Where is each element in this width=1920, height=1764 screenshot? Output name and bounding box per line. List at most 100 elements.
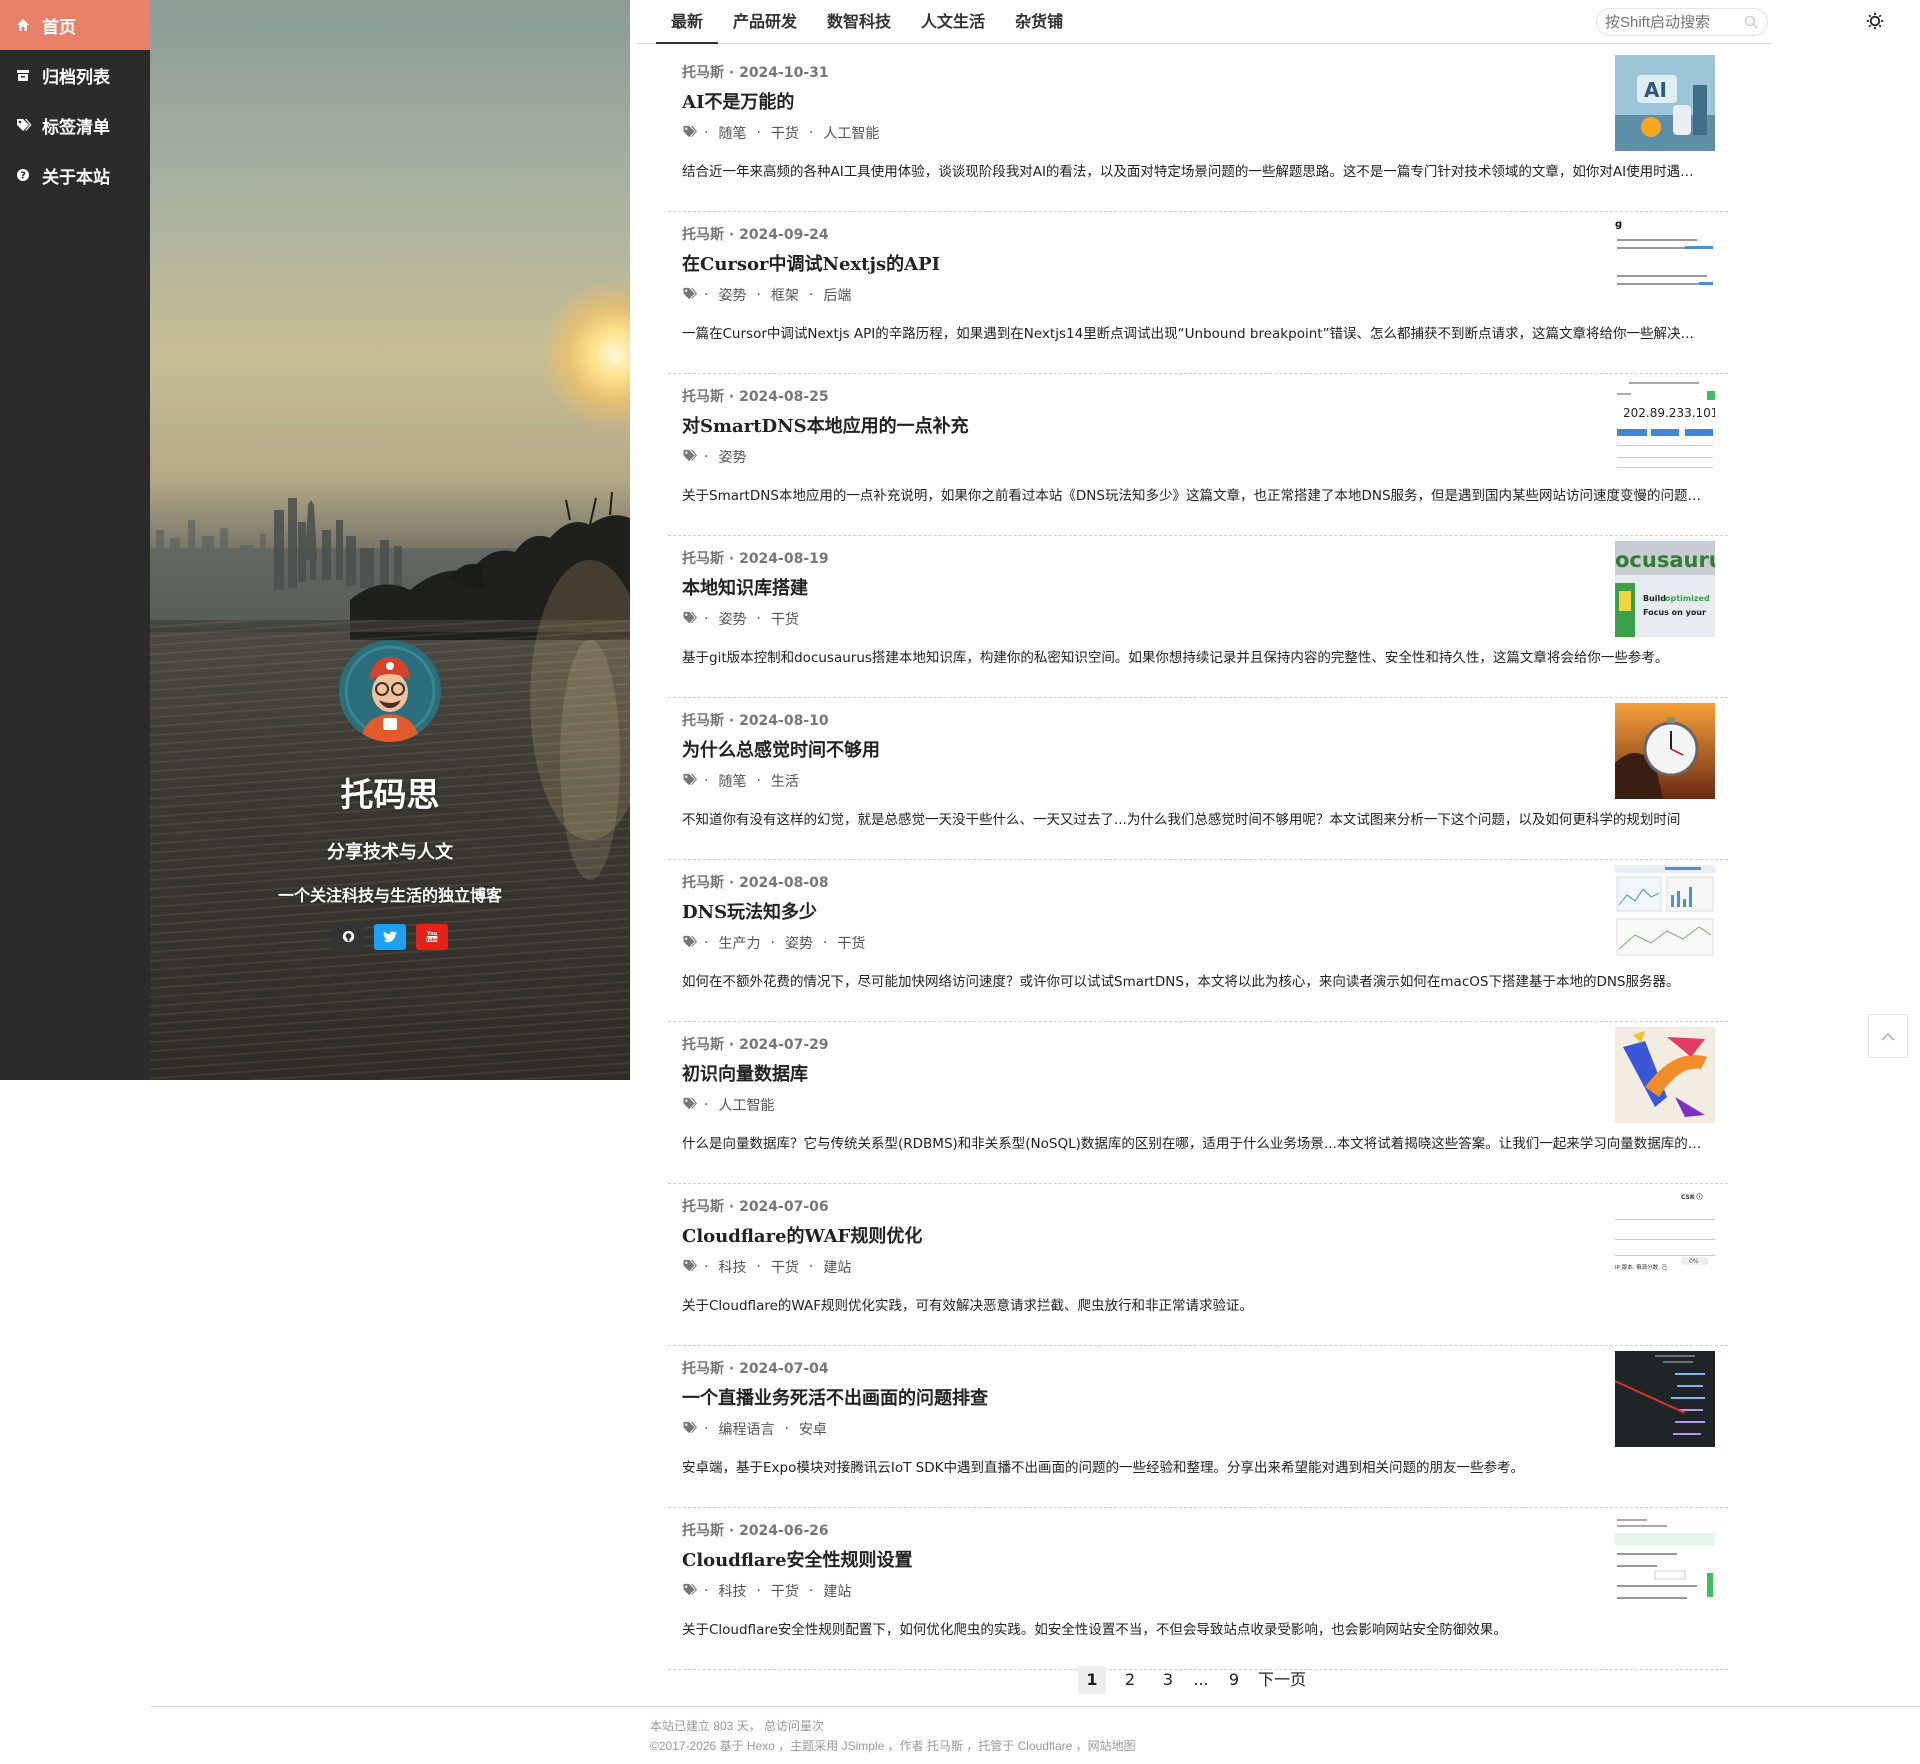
post-title[interactable]: 本地知识库搭建 — [682, 574, 808, 600]
post-summary: 如何在不额外花费的情况下，尽可能加快网络访问速度？或许你可以试试SmartDNS… — [682, 974, 1680, 990]
post-title[interactable]: 对SmartDNS本地应用的一点补充 — [682, 412, 969, 438]
tab-humanity-life[interactable]: 人文生活 — [906, 0, 1000, 44]
post-thumbnail[interactable]: 202.89.233.101 — [1615, 379, 1715, 475]
post-title[interactable]: DNS玩法知多少 — [682, 898, 817, 924]
post-tag[interactable]: 姿势 — [718, 447, 746, 467]
post-tag[interactable]: 随笔 — [718, 123, 746, 143]
post-tag[interactable]: 随笔 — [718, 771, 746, 791]
pagination: 1 2 3 ... 9 下一页 — [1078, 1666, 1316, 1694]
post-tag[interactable]: 干货 — [771, 609, 799, 629]
page-ellipsis: ... — [1193, 1670, 1209, 1689]
post-tag[interactable]: 人工智能 — [823, 123, 879, 143]
meta-separator: · — [728, 1361, 740, 1377]
page-1-link[interactable]: 1 — [1078, 1666, 1106, 1694]
tag-separator: · — [756, 125, 761, 141]
post-tag[interactable]: 干货 — [837, 933, 865, 953]
post-title[interactable]: 在Cursor中调试Nextjs的API — [682, 250, 940, 276]
footer-credits: ©2017-2026 基于 Hexo ，主题采用 JSimple ，作者 托马斯… — [650, 1739, 1136, 1753]
post-title[interactable]: 一个直播业务死活不出画面的问题排查 — [682, 1384, 988, 1410]
youtube-link[interactable]: You Tube — [416, 924, 448, 950]
tags-icon — [682, 773, 698, 790]
post-thumbnail[interactable] — [1615, 703, 1715, 799]
post-thumbnail[interactable]: CSR ⓘ 0% IP 版本, 俄源分数, 已 — [1615, 1189, 1715, 1285]
post-tag[interactable]: 姿势 — [718, 285, 746, 305]
tags-icon — [682, 287, 698, 304]
tab-digital-tech[interactable]: 数智科技 — [812, 0, 906, 44]
svg-text:IP 版本, 俄源分数, 已: IP 版本, 俄源分数, 已 — [1615, 1263, 1668, 1271]
github-icon — [342, 928, 355, 947]
tags-icon — [682, 125, 698, 142]
post-tag[interactable]: 干货 — [771, 123, 799, 143]
post-author: 托马斯 — [682, 1037, 724, 1053]
post-summary: 安卓端，基于Expo模块对接腾讯云IoT SDK中遇到直播不出画面的问题的一些经… — [682, 1460, 1524, 1476]
post-tag[interactable]: 干货 — [771, 1257, 799, 1277]
tags-icon — [682, 1259, 698, 1276]
theme-toggle-sun-icon[interactable] — [1866, 12, 1884, 34]
search-input[interactable] — [1596, 8, 1768, 36]
back-to-top-button[interactable] — [1868, 1014, 1908, 1058]
post-thumbnail[interactable] — [1615, 1351, 1715, 1447]
post-tag[interactable]: 姿势 — [785, 933, 813, 953]
home-icon — [16, 17, 32, 33]
tab-product-rd[interactable]: 产品研发 — [718, 0, 812, 44]
search-icon[interactable] — [1744, 14, 1758, 33]
github-link[interactable] — [332, 924, 364, 950]
nav-item-tags[interactable]: 标签清单 — [0, 100, 150, 150]
post-title[interactable]: Cloudflare安全性规则设置 — [682, 1546, 913, 1572]
post-thumbnail[interactable] — [1615, 1513, 1715, 1609]
post-meta: 托马斯 · 2024-08-08 — [682, 872, 829, 892]
post-thumbnail[interactable] — [1615, 865, 1715, 961]
nav-item-label: 关于本站 — [42, 167, 110, 188]
tab-latest[interactable]: 最新 — [656, 0, 719, 44]
post-tag[interactable]: 科技 — [718, 1581, 746, 1601]
post-meta: 托马斯 · 2024-07-29 — [682, 1034, 829, 1054]
tag-separator: · — [808, 125, 814, 141]
post-author: 托马斯 — [682, 1361, 724, 1377]
nav-item-home[interactable]: 首页 — [0, 0, 150, 50]
post-title[interactable]: Cloudflare的WAF规则优化 — [682, 1222, 922, 1248]
footer: 本站已建立 803 天， 总访问量次 ©2017-2026 基于 Hexo ，主… — [650, 1716, 1136, 1756]
post-author: 托马斯 — [682, 551, 724, 567]
avatar — [339, 640, 441, 742]
post-item: 托马斯 · 2024-07-04 一个直播业务死活不出画面的问题排查 · 编程语言… — [668, 1346, 1728, 1508]
post-summary: 什么是向量数据库？它与传统关系型(RDBMS)和非关系型(NoSQL)数据库的区… — [682, 1136, 1706, 1152]
post-thumbnail[interactable]: g — [1615, 217, 1715, 313]
post-author: 托马斯 — [682, 1523, 724, 1539]
post-thumbnail[interactable] — [1615, 1027, 1715, 1123]
tags-icon — [682, 1097, 698, 1114]
chevron-up-icon — [1881, 1027, 1895, 1046]
post-title[interactable]: 初识向量数据库 — [682, 1060, 808, 1086]
page-9-link[interactable]: 9 — [1220, 1666, 1248, 1694]
twitter-link[interactable] — [374, 924, 406, 950]
tab-grocery[interactable]: 杂货铺 — [1000, 0, 1078, 44]
post-tag[interactable]: 生活 — [771, 771, 799, 791]
post-title[interactable]: AI不是万能的 — [682, 88, 794, 114]
page-2-link[interactable]: 2 — [1116, 1666, 1144, 1694]
social-links: You Tube — [150, 924, 630, 950]
post-meta: 托马斯 · 2024-10-31 — [682, 62, 829, 82]
post-thumbnail[interactable]: ocusauru Build optimized Focus on your — [1615, 541, 1715, 637]
post-tag[interactable]: 框架 — [771, 285, 799, 305]
nav-item-about[interactable]: ? 关于本站 — [0, 150, 150, 200]
page-3-link[interactable]: 3 — [1154, 1666, 1182, 1694]
tag-separator: · — [822, 935, 828, 951]
post-tag[interactable]: 科技 — [718, 1257, 746, 1277]
post-thumbnail[interactable]: AI — [1615, 55, 1715, 151]
post-tag[interactable]: 人工智能 — [718, 1095, 774, 1115]
post-title[interactable]: 为什么总感觉时间不够用 — [682, 736, 880, 762]
post-tag[interactable]: 姿势 — [718, 609, 746, 629]
nav-item-archive[interactable]: 归档列表 — [0, 50, 150, 100]
post-tag[interactable]: 建站 — [823, 1581, 851, 1601]
post-date: 2024-08-10 — [739, 713, 829, 729]
post-tag[interactable]: 后端 — [823, 285, 851, 305]
post-tag[interactable]: 干货 — [771, 1581, 799, 1601]
post-tag[interactable]: 建站 — [823, 1257, 851, 1277]
post-tag[interactable]: 安卓 — [799, 1419, 827, 1439]
post-author: 托马斯 — [682, 65, 724, 81]
post-tag[interactable]: 编程语言 — [718, 1419, 774, 1439]
next-page-link[interactable]: 下一页 — [1258, 1666, 1306, 1694]
site-slogan: 分享技术与人文 — [327, 842, 453, 863]
post-item: 托马斯 · 2024-09-24 在Cursor中调试Nextjs的API · 姿… — [668, 212, 1728, 374]
post-tag[interactable]: 生产力 — [718, 933, 760, 953]
post-item: 托马斯 · 2024-08-08 DNS玩法知多少 · 生产力 · 姿势 · 干货 如何在… — [668, 860, 1728, 1022]
